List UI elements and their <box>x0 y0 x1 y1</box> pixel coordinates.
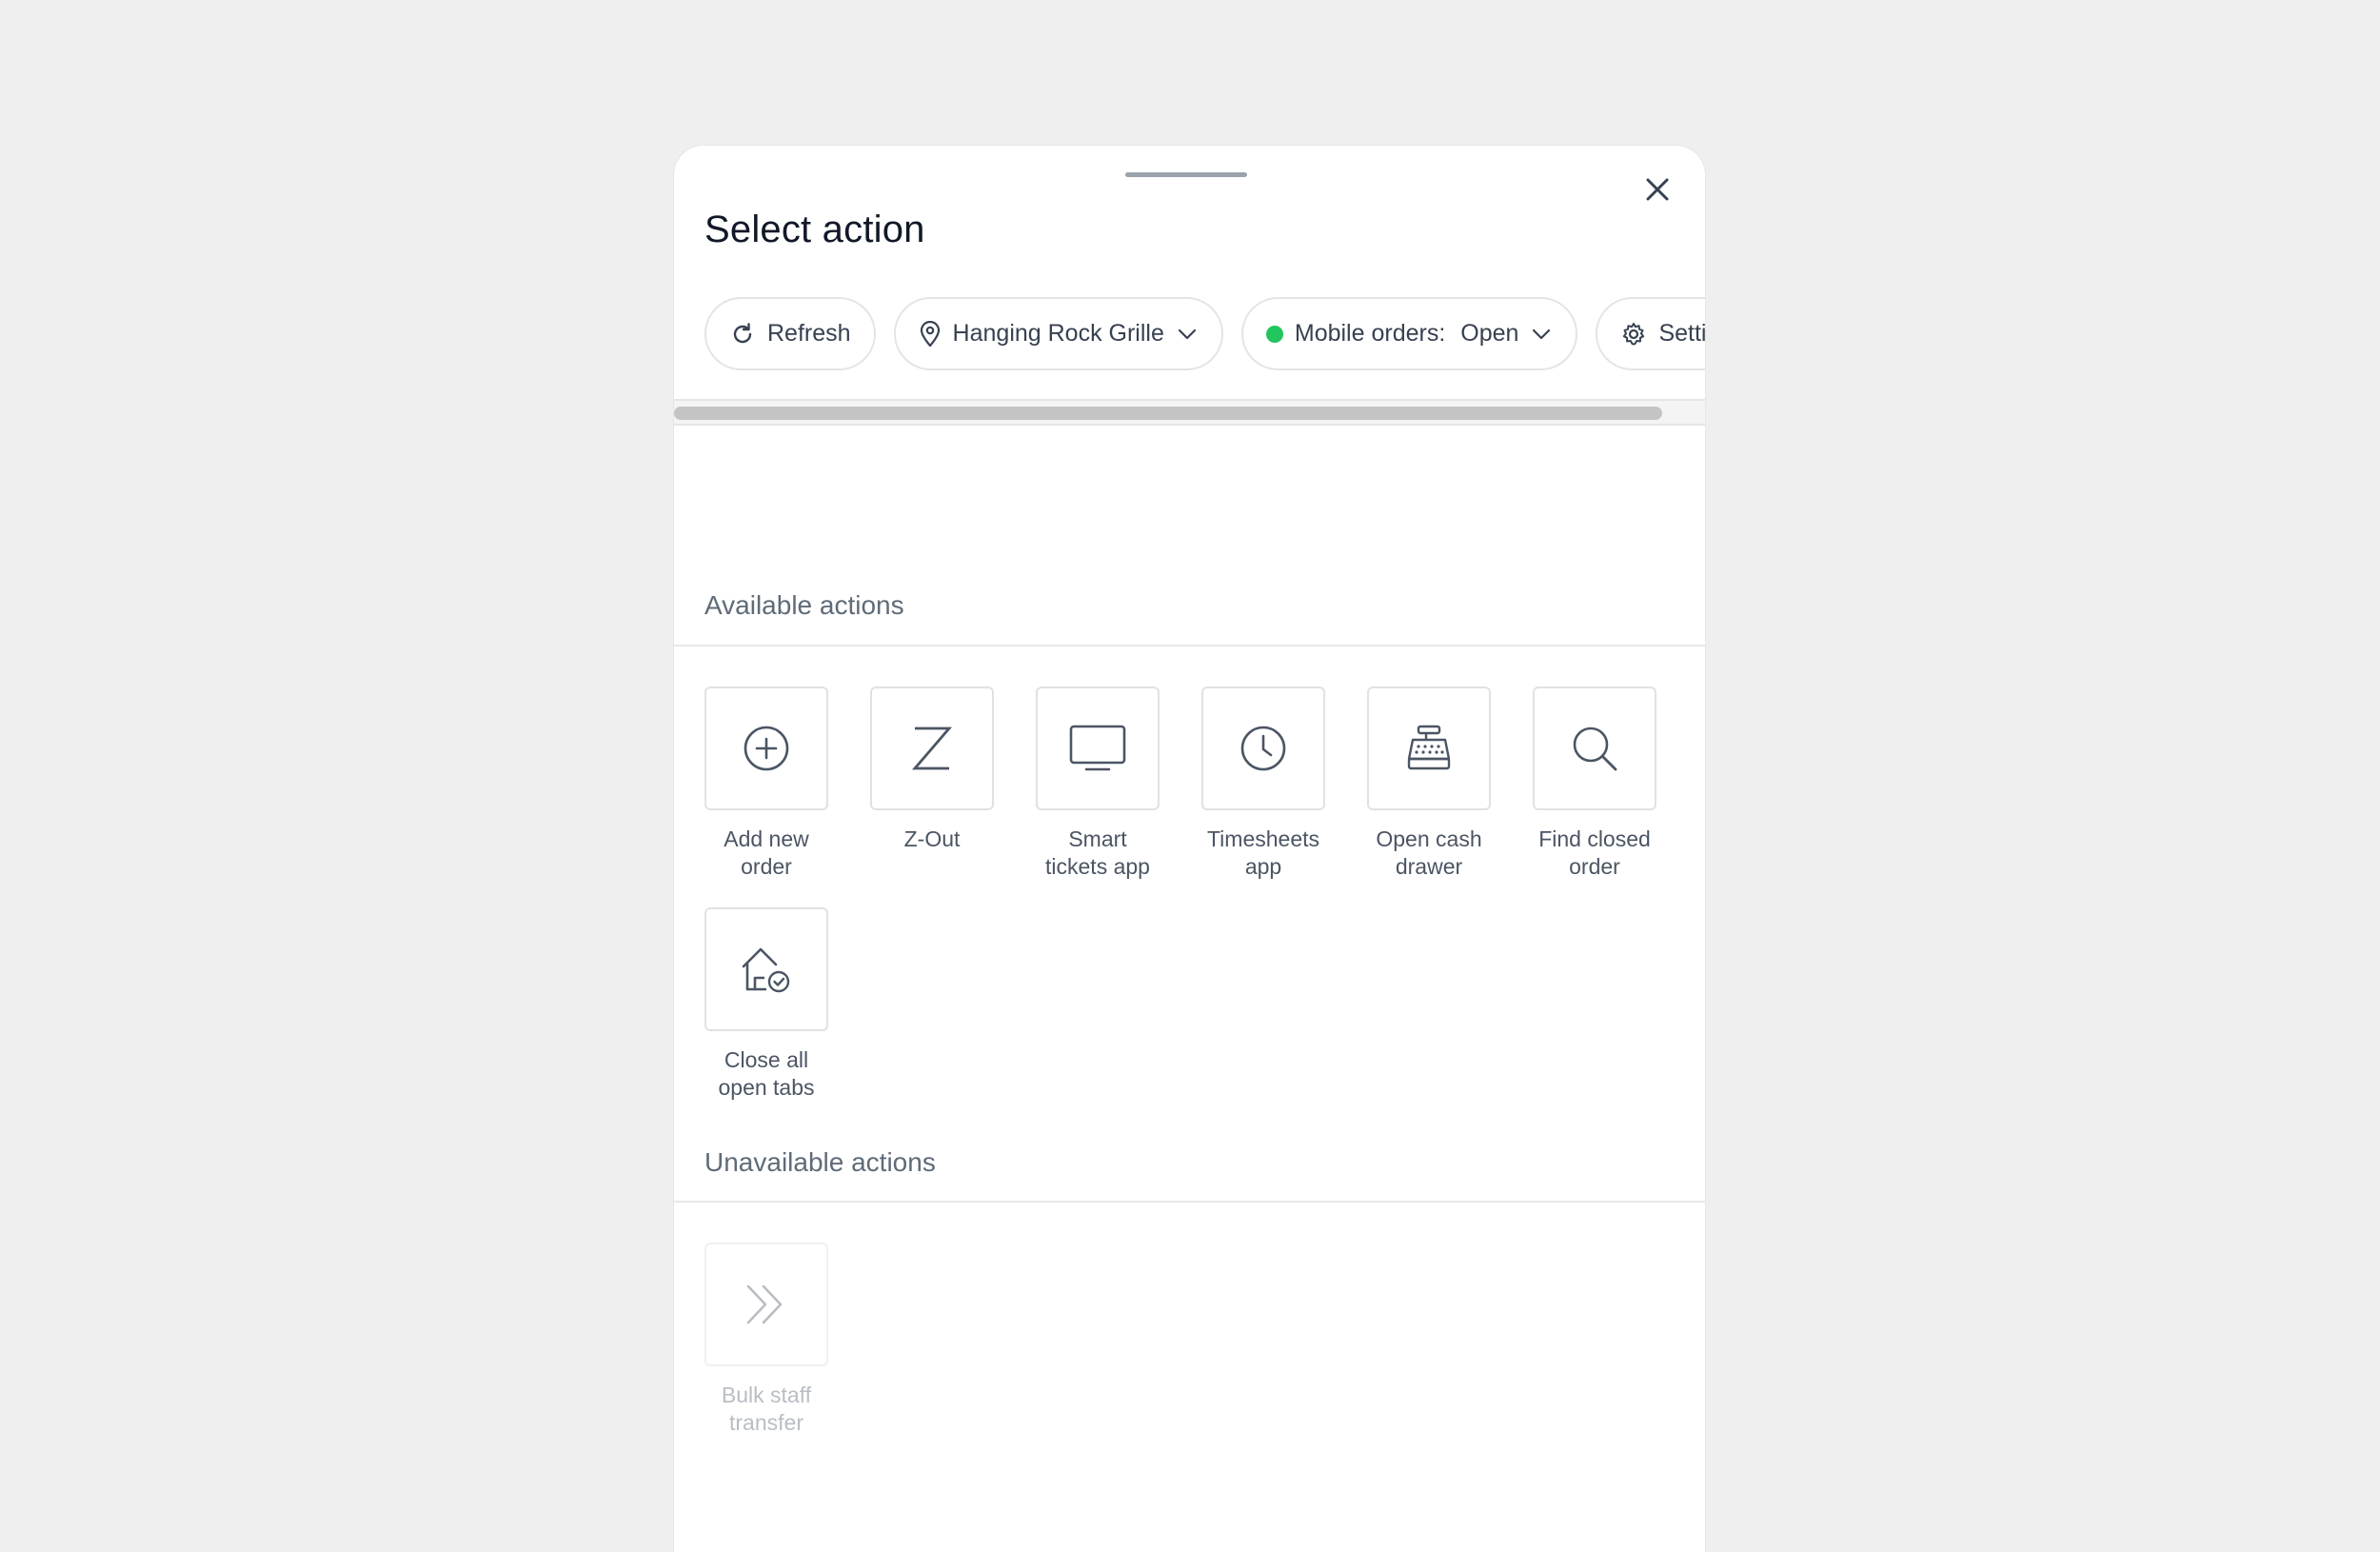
find-closed-order-action[interactable]: Find closed order <box>1533 686 1656 881</box>
action-tile <box>704 1243 828 1366</box>
settings-button[interactable]: Settings <box>1596 297 1706 370</box>
location-select[interactable]: Hanging Rock Grille <box>893 297 1223 370</box>
mobile-orders-label: Mobile orders: <box>1294 320 1446 347</box>
location-pin-icon <box>919 320 942 348</box>
plus-circle-icon <box>744 726 789 771</box>
double-chevron-right-icon <box>746 1284 783 1324</box>
action-tile[interactable] <box>1036 686 1160 810</box>
screen: Select action Refresh Hanging Rock Grill… <box>0 0 2380 1552</box>
available-actions-title: Available actions <box>704 590 904 620</box>
select-action-sheet: Select action Refresh Hanging Rock Grill… <box>673 145 1706 1552</box>
sheet-title: Select action <box>704 209 925 250</box>
drag-handle[interactable] <box>1125 172 1247 177</box>
filter-chips-bar: Refresh Hanging Rock Grille Mobile order… <box>704 297 1706 370</box>
gear-icon <box>1620 321 1647 348</box>
action-label: Close all open tabs <box>718 1047 815 1100</box>
smart-tickets-action[interactable]: Smart tickets app <box>1036 686 1160 881</box>
scrollbar-thumb[interactable] <box>674 407 1662 420</box>
z-out-action[interactable]: Z-Out <box>870 686 994 881</box>
mobile-orders-value: Open <box>1460 320 1519 347</box>
horizontal-scrollbar[interactable] <box>674 399 1705 426</box>
unavailable-actions-grid: Bulk staff transfer <box>704 1243 1656 1437</box>
mobile-orders-select[interactable]: Mobile orders: Open <box>1240 297 1578 370</box>
refresh-button[interactable]: Refresh <box>704 297 876 370</box>
cash-register-icon <box>1407 725 1451 770</box>
action-tile[interactable] <box>1367 686 1491 810</box>
action-label: Bulk staff transfer <box>721 1383 812 1435</box>
open-cash-drawer-action[interactable]: Open cash drawer <box>1367 686 1491 881</box>
monitor-icon <box>1069 725 1126 771</box>
action-label: Add new order <box>724 826 809 879</box>
action-tile[interactable] <box>870 686 994 810</box>
action-label: Smart tickets app <box>1045 826 1150 879</box>
close-button[interactable] <box>1633 165 1682 214</box>
location-label: Hanging Rock Grille <box>952 320 1164 347</box>
bulk-staff-transfer-action: Bulk staff transfer <box>704 1243 828 1437</box>
timesheets-action[interactable]: Timesheets app <box>1201 686 1325 881</box>
add-new-order-action[interactable]: Add new order <box>704 686 828 881</box>
z-letter-icon <box>911 726 953 770</box>
search-icon <box>1573 726 1617 771</box>
unavailable-actions-title: Unavailable actions <box>704 1147 936 1177</box>
refresh-icon <box>729 321 756 348</box>
close-icon <box>1646 178 1669 201</box>
available-actions-grid: Add new order Z-Out Smart tickets app Ti… <box>704 686 1656 1102</box>
action-tile[interactable] <box>704 907 828 1031</box>
divider <box>674 1201 1705 1203</box>
settings-label: Settings <box>1658 320 1706 347</box>
chevron-down-icon <box>1530 323 1553 346</box>
divider <box>674 645 1705 647</box>
action-label: Open cash drawer <box>1376 826 1482 879</box>
refresh-label: Refresh <box>767 320 851 347</box>
action-tile[interactable] <box>1533 686 1656 810</box>
chevron-down-icon <box>1176 323 1199 346</box>
house-check-icon <box>742 947 790 993</box>
status-dot <box>1265 325 1283 343</box>
close-all-open-tabs-action[interactable]: Close all open tabs <box>704 907 828 1102</box>
clock-icon <box>1240 726 1286 771</box>
action-tile[interactable] <box>704 686 828 810</box>
action-tile[interactable] <box>1201 686 1325 810</box>
action-label: Timesheets app <box>1206 826 1320 879</box>
action-label: Find closed order <box>1538 826 1651 879</box>
action-label: Z-Out <box>903 826 961 851</box>
